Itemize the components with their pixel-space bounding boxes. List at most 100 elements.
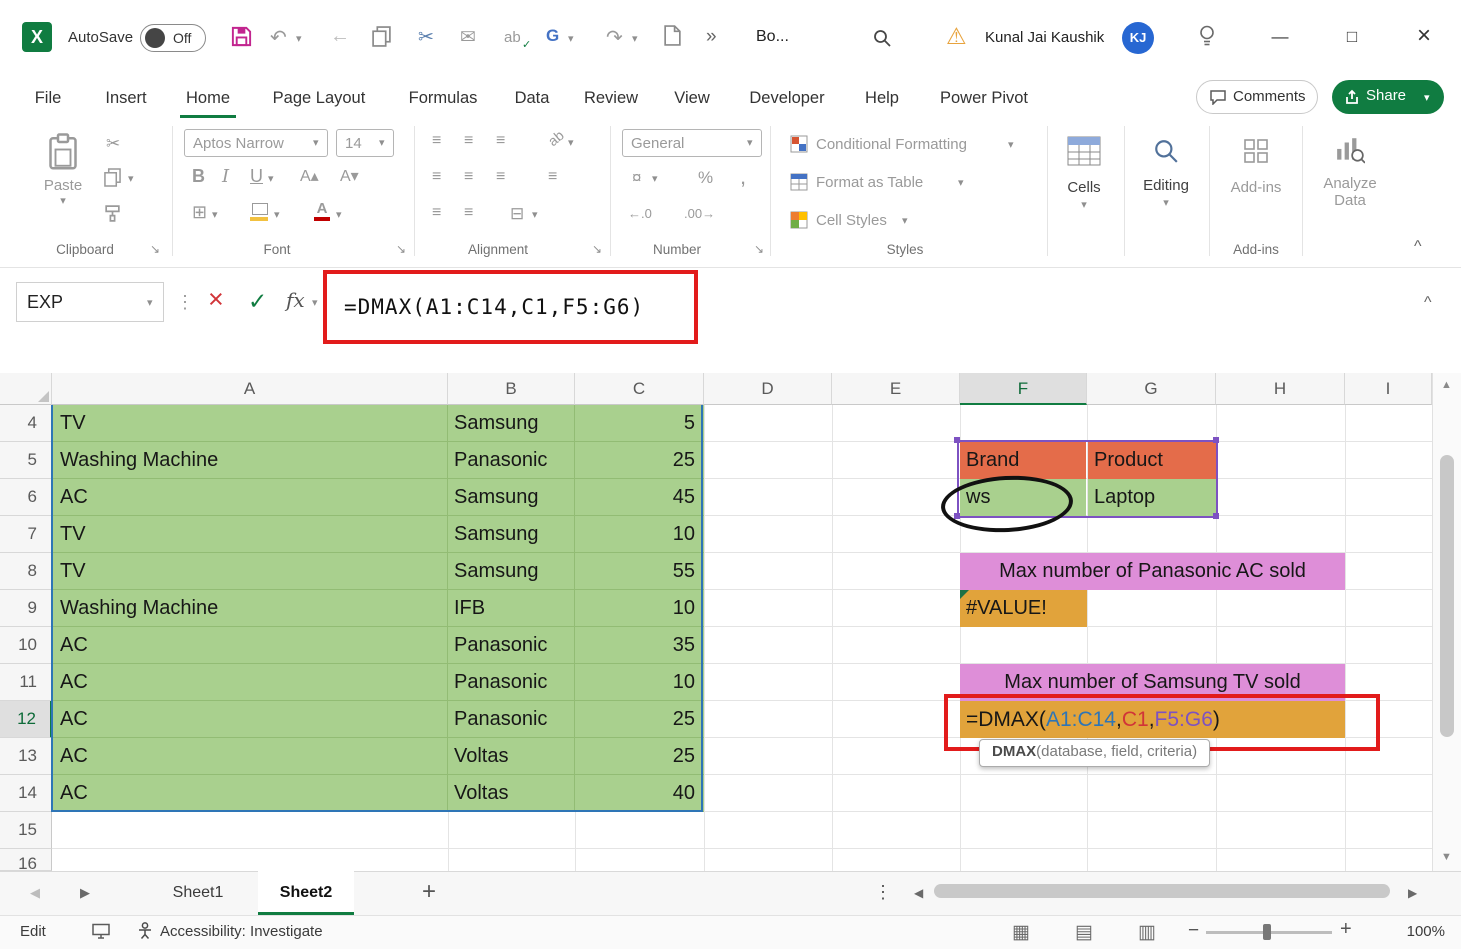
avatar[interactable]: KJ xyxy=(1122,22,1154,54)
analyze-data-button[interactable]: Analyze Data xyxy=(1308,130,1392,234)
number-format-select[interactable]: General ▾ xyxy=(622,129,762,157)
editing-button[interactable]: Editing ▾ xyxy=(1128,130,1204,234)
fx-caret-icon[interactable]: ▾ xyxy=(312,298,318,309)
align-right-button[interactable]: ≡ xyxy=(496,168,505,186)
row-header-8[interactable]: 8 xyxy=(0,553,52,590)
borders-caret-icon[interactable]: ▾ xyxy=(212,210,218,221)
qat-overflow-icon[interactable]: » xyxy=(706,26,717,48)
addins-button[interactable]: Add-ins xyxy=(1216,130,1296,230)
lightbulb-icon[interactable] xyxy=(1198,24,1216,54)
number-dialog-launcher[interactable]: ↘ xyxy=(754,242,764,256)
share-button[interactable]: Share ▾ xyxy=(1332,80,1444,114)
decrease-font-button[interactable]: A▾ xyxy=(340,166,359,186)
clipboard-dialog-launcher[interactable]: ↘ xyxy=(150,242,160,256)
tab-insert[interactable]: Insert xyxy=(98,78,154,118)
tab-data[interactable]: Data xyxy=(509,78,555,118)
cell-C6[interactable]: 45 xyxy=(575,479,695,516)
view-normal-icon[interactable]: ▦ xyxy=(1012,921,1030,944)
cell-A7[interactable]: TV xyxy=(60,516,440,553)
tab-formulas[interactable]: Formulas xyxy=(403,78,483,118)
redo-caret-icon[interactable]: ▾ xyxy=(632,34,638,45)
tab-view[interactable]: View xyxy=(669,78,715,118)
row-header-16[interactable]: 16 xyxy=(0,849,52,871)
sheet-bar-more-icon[interactable]: ⋮ xyxy=(874,882,892,903)
underline-button[interactable]: U xyxy=(250,166,263,187)
format-as-table-button[interactable]: Format as Table ▾ xyxy=(790,170,1040,200)
envelope-icon[interactable]: ✉ xyxy=(460,26,476,49)
align-center-button[interactable]: ≡ xyxy=(464,168,473,186)
cell-B14[interactable]: Voltas xyxy=(454,775,569,812)
row-header-5[interactable]: 5 xyxy=(0,442,52,479)
cell-B13[interactable]: Voltas xyxy=(454,738,569,775)
cell-A6[interactable]: AC xyxy=(60,479,440,516)
back-icon[interactable]: ← xyxy=(330,25,350,48)
increase-font-button[interactable]: A▴ xyxy=(300,166,319,186)
cell-styles-button[interactable]: Cell Styles ▾ xyxy=(790,208,1040,238)
vertical-scroll-thumb[interactable] xyxy=(1440,455,1454,737)
number-format-caret-icon[interactable]: ▾ xyxy=(747,138,753,149)
cut-scissors-icon[interactable]: ✂ xyxy=(418,26,434,49)
collapse-ribbon-icon[interactable]: ^ xyxy=(1414,238,1422,256)
select-all-corner[interactable] xyxy=(0,373,52,405)
column-header-F[interactable]: F xyxy=(960,373,1087,405)
tab-home[interactable]: Home xyxy=(180,78,236,118)
format-painter-button[interactable] xyxy=(104,204,121,228)
cell-A12[interactable]: AC xyxy=(60,701,440,738)
confirm-entry-button[interactable]: ✓ xyxy=(248,288,267,315)
zoom-in-button[interactable]: + xyxy=(1340,918,1352,941)
cell-F9[interactable]: #VALUE! xyxy=(960,590,1087,627)
formula-bar-grip-icon[interactable]: ⋮ xyxy=(176,292,194,313)
name-box-caret-icon[interactable]: ▾ xyxy=(147,298,153,309)
merge-center-button[interactable]: ⊟ xyxy=(510,204,524,224)
column-header-E[interactable]: E xyxy=(832,373,960,405)
cell-A14[interactable]: AC xyxy=(60,775,440,812)
cell-A5[interactable]: Washing Machine xyxy=(60,442,440,479)
g-icon[interactable]: G xyxy=(546,26,559,46)
excel-logo-icon[interactable]: X xyxy=(22,22,52,52)
cell-F8-banner[interactable]: Max number of Panasonic AC sold xyxy=(960,553,1345,590)
column-header-C[interactable]: C xyxy=(575,373,704,405)
cell-A4[interactable]: TV xyxy=(60,405,440,442)
cell-B9[interactable]: IFB xyxy=(454,590,569,627)
italic-button[interactable]: I xyxy=(222,166,229,187)
alignment-dialog-launcher[interactable]: ↘ xyxy=(592,242,602,256)
accessibility-icon[interactable] xyxy=(136,921,154,945)
expand-formula-bar-icon[interactable]: ^ xyxy=(1424,294,1432,312)
cell-C10[interactable]: 35 xyxy=(575,627,695,664)
merge-caret-icon[interactable]: ▾ xyxy=(532,210,538,221)
cell-C14[interactable]: 40 xyxy=(575,775,695,812)
increase-decimal-button[interactable]: ←.0 xyxy=(628,206,652,221)
view-page-break-icon[interactable]: ▥ xyxy=(1138,921,1156,944)
column-header-I[interactable]: I xyxy=(1345,373,1432,405)
g-caret-icon[interactable]: ▾ xyxy=(568,34,574,45)
percent-style-button[interactable]: % xyxy=(698,168,713,188)
cell-B8[interactable]: Samsung xyxy=(454,553,569,590)
zoom-out-button[interactable]: − xyxy=(1188,920,1199,942)
cell-B11[interactable]: Panasonic xyxy=(454,664,569,701)
minimize-button[interactable]: — xyxy=(1258,18,1302,56)
column-header-G[interactable]: G xyxy=(1087,373,1216,405)
add-sheet-button[interactable]: + xyxy=(422,878,436,906)
cell-A10[interactable]: AC xyxy=(60,627,440,664)
display-settings-icon[interactable] xyxy=(92,923,110,945)
zoom-level[interactable]: 100% xyxy=(1385,923,1445,940)
cell-B4[interactable]: Samsung xyxy=(454,405,569,442)
undo-icon[interactable]: ↶ xyxy=(270,25,287,50)
save-icon[interactable] xyxy=(230,25,253,53)
copy-caret-icon[interactable]: ▾ xyxy=(128,174,134,185)
cell-B10[interactable]: Panasonic xyxy=(454,627,569,664)
hscroll-right-icon[interactable]: ▶ xyxy=(1408,886,1417,900)
fill-color-caret-icon[interactable]: ▾ xyxy=(274,210,280,221)
fill-color-button[interactable] xyxy=(250,202,270,222)
cell-A13[interactable]: AC xyxy=(60,738,440,775)
increase-indent-button[interactable]: ≡ xyxy=(464,204,473,222)
copy-button[interactable] xyxy=(104,168,121,192)
vertical-scrollbar[interactable]: ▲ ▼ xyxy=(1432,373,1461,871)
sheet-nav-left-icon[interactable]: ◀ xyxy=(30,885,40,901)
row-header-15[interactable]: 15 xyxy=(0,812,52,849)
undo-caret-icon[interactable]: ▾ xyxy=(296,34,302,45)
row-header-9[interactable]: 9 xyxy=(0,590,52,627)
tab-review[interactable]: Review xyxy=(579,78,643,118)
column-header-A[interactable]: A xyxy=(52,373,448,405)
sheet-tab-sheet2[interactable]: Sheet2 xyxy=(258,871,354,915)
